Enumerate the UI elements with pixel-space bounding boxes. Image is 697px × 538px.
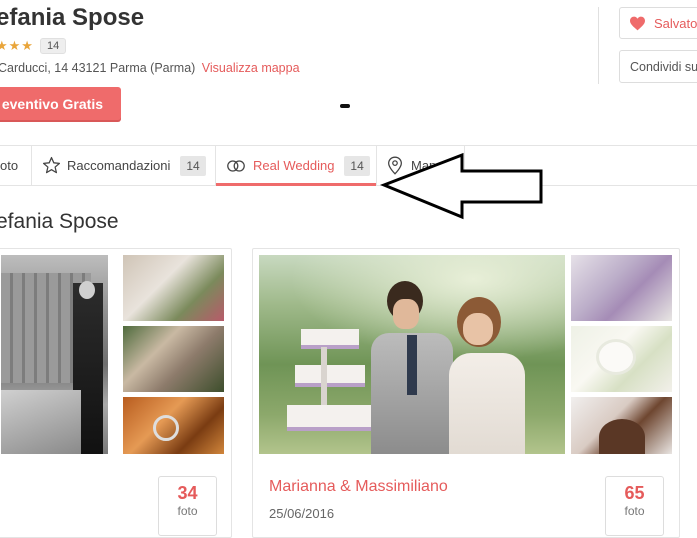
- wedding-photo-thumb[interactable]: [571, 326, 672, 392]
- review-count-badge[interactable]: 14: [39, 38, 67, 54]
- tab-photos[interactable]: oto: [0, 146, 31, 185]
- tab-real-wedding[interactable]: Real Wedding 14: [216, 146, 376, 186]
- wedding-photo-thumb[interactable]: [123, 255, 224, 321]
- wedding-photo-main[interactable]: [1, 255, 108, 454]
- wedding-photo-thumb[interactable]: [571, 255, 672, 321]
- tab-recommendations[interactable]: Raccomandazioni 14: [32, 146, 215, 185]
- wedding-card[interactable]: 34 foto: [0, 248, 232, 538]
- couple-name-link[interactable]: Marianna & Massimiliano: [269, 478, 448, 496]
- star-outline-icon: [42, 156, 61, 174]
- photo-count: 65: [624, 483, 645, 503]
- photo-count-box: 65 foto: [605, 476, 664, 536]
- photo-count: 34: [177, 483, 198, 503]
- tab-photos-label: oto: [0, 158, 19, 173]
- photo-count-label: foto: [177, 504, 198, 518]
- address-text: Carducci, 14 43121 Parma (Parma): [0, 61, 196, 75]
- request-quote-button[interactable]: eventivo Gratis: [0, 87, 121, 120]
- save-label: Salvato: [654, 15, 697, 31]
- wedding-card[interactable]: Marianna & Massimiliano 25/06/2016 65 fo…: [252, 248, 680, 538]
- wedding-photo-thumb[interactable]: [123, 326, 224, 392]
- tab-real-wedding-label: Real Wedding: [253, 158, 335, 173]
- vendor-title: efania Spose: [0, 4, 145, 31]
- rating-row: ★★★ 14: [0, 38, 67, 54]
- view-map-link[interactable]: Visualizza mappa: [202, 61, 300, 75]
- heart-icon: [630, 16, 645, 30]
- header-divider: [598, 7, 599, 84]
- rating-stars: ★★★: [0, 38, 34, 53]
- wedding-photo-main[interactable]: [259, 255, 565, 454]
- wedding-photo-thumb[interactable]: [123, 397, 224, 454]
- ink-mark: [340, 104, 350, 108]
- rings-icon: [227, 159, 245, 172]
- tab-recommendations-label: Raccomandazioni: [67, 158, 171, 173]
- section-title: efania Spose: [0, 210, 119, 233]
- tab-real-wedding-count: 14: [344, 155, 370, 176]
- share-button[interactable]: Condividi su: [619, 50, 697, 83]
- address-row: Carducci, 14 43121 Parma (Parma) Visuali…: [0, 61, 300, 75]
- wedding-photo-thumb[interactable]: [571, 397, 672, 454]
- annotation-arrow: [379, 152, 543, 220]
- tab-recommendations-count: 14: [180, 155, 206, 176]
- photo-count-box: 34 foto: [158, 476, 217, 536]
- photo-count-label: foto: [624, 504, 645, 518]
- tab-bar: oto Raccomandazioni 14 Real Wedding 14 M…: [0, 145, 697, 186]
- save-button[interactable]: Salvato: [619, 7, 697, 39]
